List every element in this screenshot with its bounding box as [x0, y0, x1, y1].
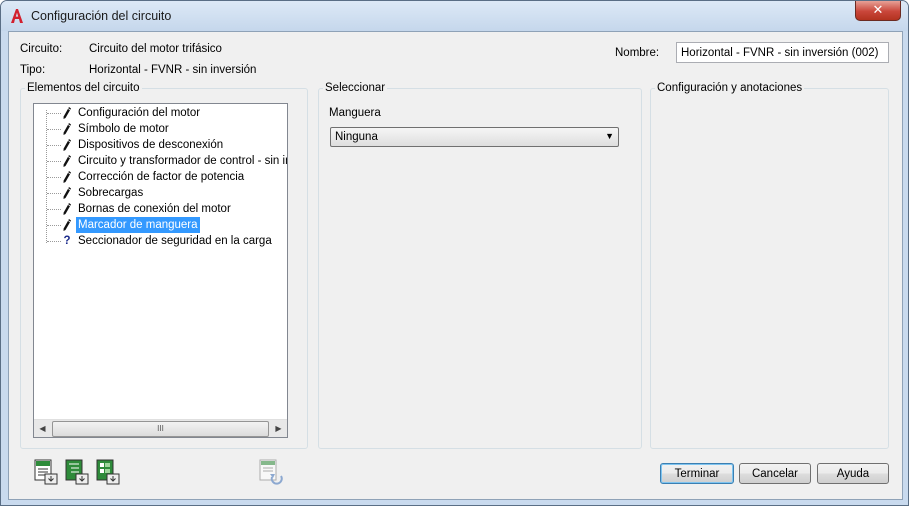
tree-branch-line	[47, 145, 61, 146]
finish-button[interactable]: Terminar	[660, 463, 734, 484]
tree-item-label: Dispositivos de desconexión	[78, 139, 224, 151]
insert-subcircuit-button[interactable]	[64, 459, 90, 485]
tree-item-label: Circuito y transformador de control - si…	[78, 155, 288, 167]
tree-item[interactable]: Corrección de factor de potencia	[34, 169, 287, 185]
tree-branch-line	[47, 129, 61, 130]
dialog-window: Configuración del circuito ✕ Circuito: C…	[0, 0, 909, 506]
hose-select-value: Ninguna	[335, 131, 378, 143]
hose-label: Manguera	[329, 107, 381, 119]
scroll-thumb[interactable]: III	[52, 421, 269, 437]
pencil-icon	[62, 121, 72, 137]
tree-item-label: Símbolo de motor	[78, 123, 169, 135]
close-icon: ✕	[872, 2, 884, 17]
tree-item[interactable]: Símbolo de motor	[34, 121, 287, 137]
chevron-down-icon: ▼	[605, 131, 614, 141]
tree-branch-line	[47, 177, 61, 178]
dialog-client-area: Circuito: Circuito del motor trifásico T…	[8, 31, 903, 500]
pencil-icon	[62, 185, 72, 201]
tree-list-icon	[65, 459, 89, 485]
name-input[interactable]: Horizontal - FVNR - sin inversión (002)	[676, 42, 889, 63]
pencil-icon	[62, 105, 72, 121]
pencil-icon	[62, 137, 72, 153]
autocad-a-icon	[9, 8, 25, 24]
insert-component-button[interactable]	[33, 459, 59, 485]
close-button[interactable]: ✕	[855, 1, 901, 21]
tree-item-label: Configuración del motor	[78, 107, 201, 119]
tree-item[interactable]: Sobrecargas	[34, 185, 287, 201]
tree-item[interactable]: Circuito y transformador de control - si…	[34, 153, 287, 169]
question-icon: ?	[63, 235, 71, 247]
config-annotations-group: Configuración y anotaciones	[650, 82, 889, 449]
tree-item[interactable]: Dispositivos de desconexión	[34, 137, 287, 153]
hose-select[interactable]: Ninguna ▼	[330, 127, 619, 147]
horizontal-scrollbar[interactable]: ◀ III ▶	[34, 419, 287, 437]
pencil-icon	[62, 169, 72, 185]
select-group-title: Seleccionar	[323, 82, 388, 94]
tree-item-label: Bornas de conexión del motor	[78, 203, 231, 215]
option-list-icon	[96, 459, 120, 485]
name-label: Nombre:	[615, 47, 660, 59]
tree-item[interactable]: Configuración del motor	[34, 105, 287, 121]
tree-branch-line	[47, 209, 61, 210]
component-list-icon	[34, 459, 58, 485]
tree-item-label: Marcador de manguera	[76, 217, 200, 233]
tree-item[interactable]: Marcador de manguera	[34, 217, 287, 233]
config-annotations-title: Configuración y anotaciones	[655, 82, 805, 94]
tree-branch-line	[47, 241, 61, 242]
tree-branch-line	[47, 225, 61, 226]
tree-item-label: Seccionador de seguridad en la carga	[78, 235, 272, 247]
tree-item[interactable]: ? Seccionador de seguridad en la carga	[34, 233, 287, 249]
circuit-value: Circuito del motor trifásico	[89, 43, 222, 55]
scroll-left-icon[interactable]: ◀	[34, 420, 51, 437]
tree-branch-line	[47, 161, 61, 162]
type-value: Horizontal - FVNR - sin inversión	[89, 64, 257, 76]
scroll-right-icon[interactable]: ▶	[270, 420, 287, 437]
circuit-elements-title: Elementos del circuito	[25, 82, 142, 94]
pencil-icon	[62, 201, 72, 217]
refresh-list-icon	[259, 459, 283, 485]
tree-branch-line	[47, 193, 61, 194]
tree-item-label: Corrección de factor de potencia	[78, 171, 245, 183]
help-button[interactable]: Ayuda	[817, 463, 889, 484]
tree-item-label: Sobrecargas	[78, 187, 144, 199]
window-title: Configuración del circuito	[31, 9, 172, 23]
tree-branch-line	[47, 113, 61, 114]
title-bar[interactable]: Configuración del circuito ✕	[1, 1, 908, 31]
tree-item[interactable]: Bornas de conexión del motor	[34, 201, 287, 217]
cancel-button[interactable]: Cancelar	[739, 463, 811, 484]
type-label: Tipo:	[20, 64, 46, 76]
circuit-elements-tree[interactable]: Configuración del motor Símbolo de motor D…	[33, 103, 288, 438]
insert-option-button[interactable]	[95, 459, 121, 485]
refresh-preview-button[interactable]	[258, 459, 284, 485]
pencil-icon	[62, 153, 72, 169]
pencil-icon	[62, 217, 72, 233]
circuit-label: Circuito:	[20, 43, 63, 55]
